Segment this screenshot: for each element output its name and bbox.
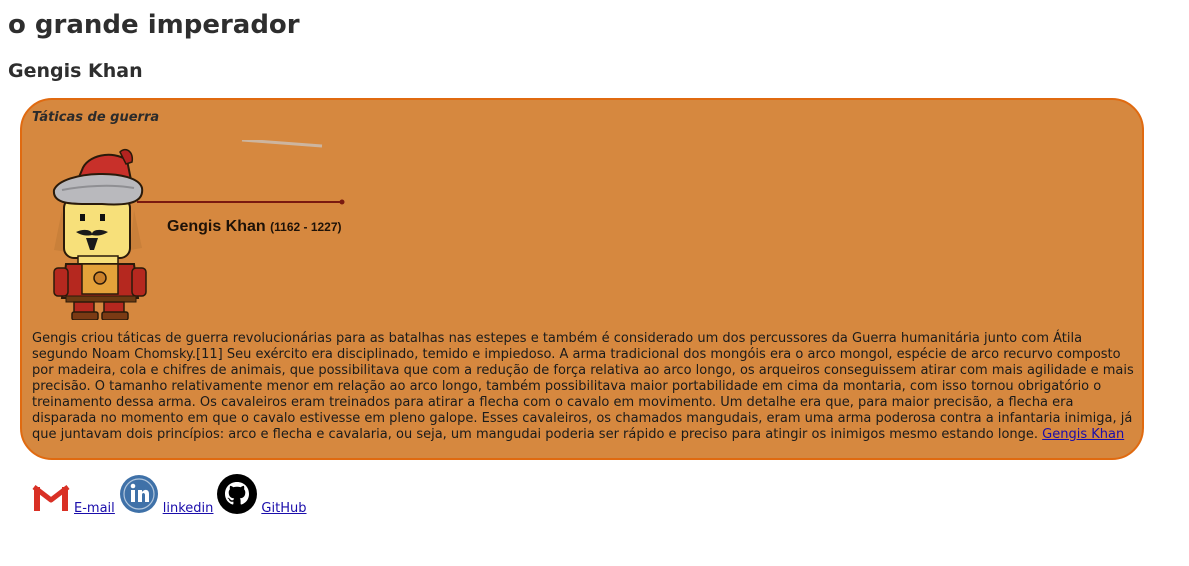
contact-list: E-mail linkedin GitHub — [18, 474, 310, 518]
contact-list-item: E-mail linkedin GitHub — [32, 474, 310, 518]
github-link[interactable]: GitHub — [217, 474, 306, 518]
page-subtitle: Gengis Khan — [8, 60, 143, 82]
linkedin-icon — [119, 474, 159, 518]
linkedin-link[interactable]: linkedin — [119, 474, 214, 518]
paragraph-text: Gengis criou táticas de guerra revolucio… — [32, 331, 1134, 442]
github-icon — [217, 474, 258, 518]
tactics-paragraph: Gengis criou táticas de guerra revolucio… — [32, 331, 1138, 443]
section-heading: Táticas de guerra — [32, 110, 160, 125]
illustration-caption: Gengis Khan (1162 - 1227) — [167, 218, 342, 236]
page-title: o grande imperador — [8, 10, 300, 40]
tactics-section: Táticas de guerra Gengis Khan (1162 - 12… — [20, 98, 1144, 460]
linkedin-label: linkedin — [162, 501, 214, 516]
github-label: GitHub — [261, 501, 307, 516]
email-link[interactable]: E-mail — [32, 482, 115, 518]
genghis-khan-link[interactable]: Gengis Khan — [1042, 427, 1124, 442]
email-label: E-mail — [74, 501, 115, 516]
gmail-icon — [32, 482, 70, 518]
caption-name: Gengis Khan — [167, 218, 266, 235]
caption-years: (1162 - 1227) — [270, 220, 342, 234]
genghis-khan-illustration: Gengis Khan (1162 - 1227) — [42, 140, 372, 320]
